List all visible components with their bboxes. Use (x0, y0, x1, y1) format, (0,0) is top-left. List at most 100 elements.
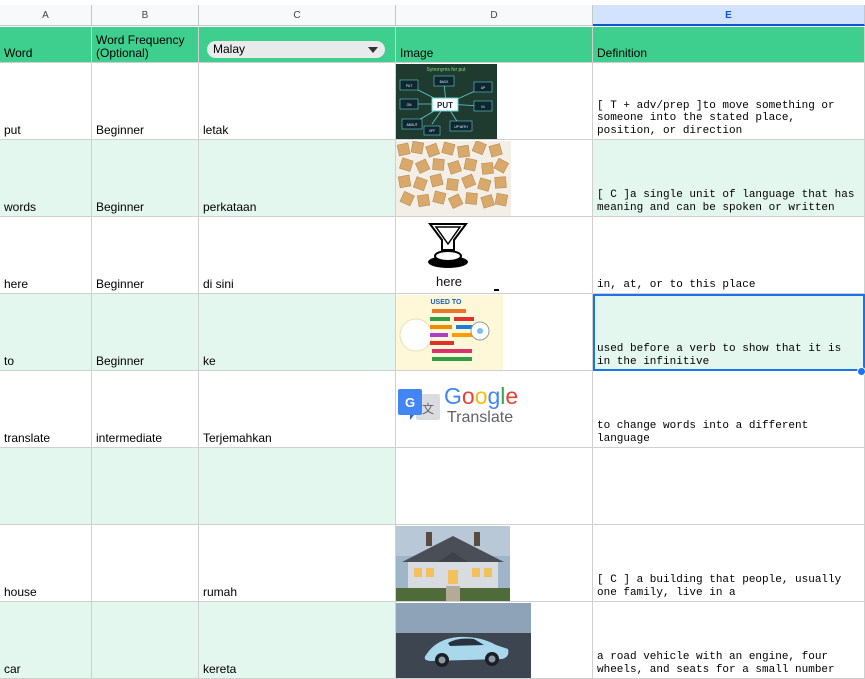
cell-malay[interactable]: perkataan (199, 140, 396, 217)
cell-frequency[interactable]: intermediate (92, 371, 199, 448)
header-cell-language[interactable]: Malay (199, 27, 396, 63)
frequency-text: Beginner (96, 200, 145, 214)
cell-frequency[interactable] (92, 448, 199, 525)
malay-text: di sini (203, 277, 234, 291)
cell-frequency[interactable] (92, 602, 199, 679)
header-cell-image[interactable]: Image (396, 27, 593, 63)
cell-frequency[interactable]: Beginner (92, 217, 199, 294)
frequency-text: Beginner (96, 123, 145, 137)
definition-text: used before a verb to show that it is in… (597, 343, 842, 368)
cell-word[interactable]: car (0, 602, 92, 679)
header-cell-frequency[interactable]: Word Frequency (Optional) (92, 27, 199, 63)
table-row: here Beginner di sini here in, at, or to… (0, 217, 865, 294)
column-header-b[interactable]: B (92, 5, 199, 26)
used-to-title: USED TO (431, 299, 463, 306)
header-frequency-label: Word Frequency (Optional) (96, 34, 195, 60)
put-label: ON (407, 103, 412, 107)
language-dropdown-value: Malay (213, 42, 246, 56)
cell-definition[interactable]: [ C ]a single unit of language that has … (593, 140, 865, 217)
definition-text: to change words into a different languag… (597, 420, 809, 445)
cell-frequency[interactable] (92, 525, 199, 602)
cell-definition[interactable]: to change words into a different languag… (593, 371, 865, 448)
cell-word[interactable] (0, 448, 92, 525)
definition-text: a road vehicle with an engine, four whee… (597, 651, 835, 676)
caret-down-icon (368, 47, 378, 53)
cell-definition-selected[interactable]: used before a verb to show that it is in… (593, 294, 865, 371)
cell-frequency[interactable]: Beginner (92, 63, 199, 140)
put-diagram-title: Synonyms for put (427, 67, 467, 73)
word-text: to (4, 354, 15, 368)
cell-image[interactable]: Synonyms for put PUT PUT BACK UP ABOUT U… (396, 63, 593, 140)
cell-image[interactable] (396, 448, 593, 525)
cell-image[interactable]: 文 G Google Translate (396, 371, 593, 448)
cell-malay[interactable]: ke (199, 294, 396, 371)
header-cell-definition[interactable]: Definition (593, 27, 865, 63)
frequency-text: intermediate (96, 431, 163, 445)
table-row: to Beginner ke USED TO used before a ver… (0, 294, 865, 371)
cell-definition[interactable]: a road vehicle with an engine, four whee… (593, 602, 865, 679)
cell-malay[interactable]: letak (199, 63, 396, 140)
translate-glyph: 文 (422, 401, 434, 416)
table-row: put Beginner letak Synonyms for put PUT … (0, 63, 865, 140)
put-diagram-image[interactable]: Synonyms for put PUT PUT BACK UP ABOUT U… (396, 64, 497, 139)
here-arrow-image[interactable]: here (396, 218, 506, 293)
google-g-glyph: G (405, 395, 415, 410)
cell-frequency[interactable]: Beginner (92, 140, 199, 217)
word-text: house (4, 585, 37, 599)
cell-malay[interactable]: di sini (199, 217, 396, 294)
cell-image[interactable]: USED TO (396, 294, 593, 371)
put-label: PUT (406, 84, 412, 88)
column-header-e[interactable]: E (593, 5, 865, 26)
column-headers: A B C D E (0, 5, 865, 27)
malay-text: perkataan (203, 200, 257, 214)
table-row: words Beginner perkataan [C]a single u… (0, 140, 865, 217)
cell-word[interactable]: house (0, 525, 92, 602)
cell-image[interactable] (396, 602, 593, 679)
language-dropdown[interactable]: Malay (207, 41, 385, 58)
word-text: words (4, 200, 37, 214)
here-image-label: here (436, 274, 462, 289)
sports-car-photo-image[interactable] (396, 603, 531, 678)
cell-definition[interactable] (593, 448, 865, 525)
cell-definition[interactable]: [ C ] a building that people, usually on… (593, 525, 865, 602)
cell-image[interactable] (396, 140, 593, 217)
used-to-chart-image[interactable]: USED TO (396, 295, 503, 370)
column-header-d[interactable]: D (396, 5, 593, 26)
selection-fill-handle[interactable] (857, 367, 865, 376)
cell-malay[interactable]: Terjemahkan (199, 371, 396, 448)
cell-malay[interactable]: kereta (199, 602, 396, 679)
google-translate-logo-image[interactable]: 文 G Google Translate (396, 372, 536, 447)
cell-frequency[interactable]: Beginner (92, 294, 199, 371)
letter-tiles-image[interactable] (396, 141, 511, 216)
malay-text: rumah (203, 585, 238, 599)
cell-word[interactable]: to (0, 294, 92, 371)
cell-word[interactable]: put (0, 63, 92, 140)
cell-image[interactable] (396, 525, 593, 602)
column-header-c[interactable]: C (199, 5, 396, 26)
malay-text: letak (203, 123, 229, 137)
put-label: ABOUT (407, 123, 418, 127)
house-photo-image[interactable] (396, 526, 510, 601)
header-row: Word Word Frequency (Optional) Malay Ima… (0, 27, 865, 63)
cell-malay[interactable] (199, 448, 396, 525)
header-word-label: Word (4, 46, 33, 60)
definition-text: [ C ] a building that people, usually on… (597, 574, 842, 599)
put-label: UP (481, 86, 485, 90)
frequency-text: Beginner (96, 354, 145, 368)
cell-definition[interactable]: in, at, or to this place (593, 217, 865, 294)
cell-word[interactable]: translate (0, 371, 92, 448)
word-text: here (4, 277, 29, 291)
cell-malay[interactable]: rumah (199, 525, 396, 602)
malay-text: Terjemahkan (203, 431, 272, 445)
table-row: house rumah [C] a building that people… (0, 525, 865, 602)
cell-word[interactable]: here (0, 217, 92, 294)
cell-word[interactable]: words (0, 140, 92, 217)
cell-image[interactable]: here (396, 217, 593, 294)
header-cell-word[interactable]: Word (0, 27, 92, 63)
put-label: UP WITH (454, 125, 468, 129)
column-header-a[interactable]: A (0, 5, 92, 26)
cell-definition[interactable]: [ T + adv/prep ]to move something or som… (593, 63, 865, 140)
spreadsheet: A B C D E Word Word Frequency (Optional)… (0, 0, 865, 679)
malay-text: ke (203, 354, 216, 368)
word-text: translate (4, 431, 51, 445)
